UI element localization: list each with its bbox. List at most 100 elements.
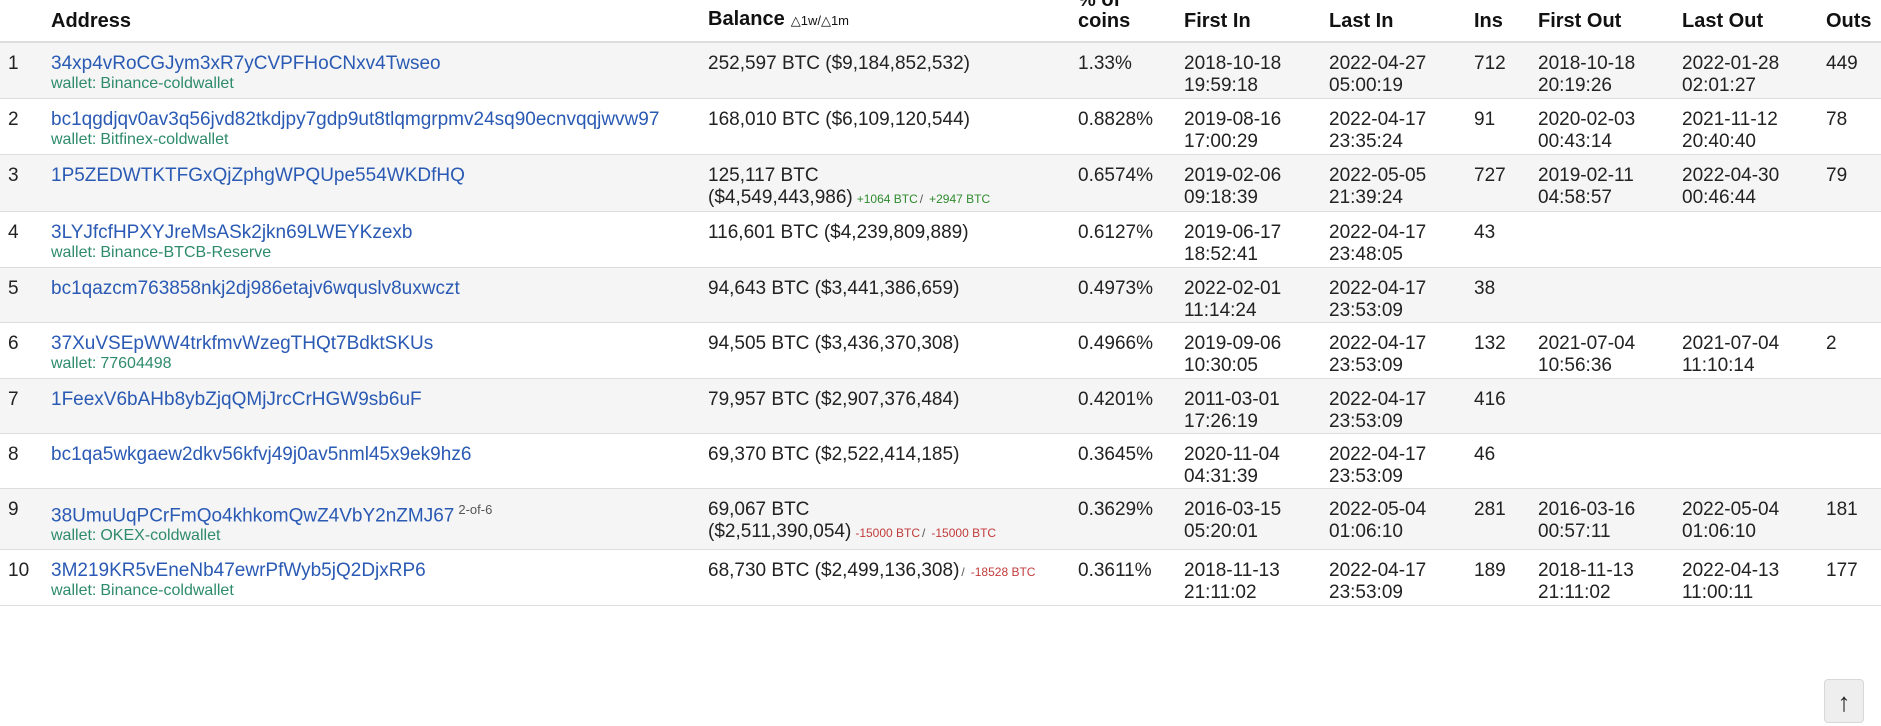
col-first-in-header[interactable]: First In xyxy=(1184,0,1329,43)
first-in-date: 2019-09-06 xyxy=(1184,332,1282,354)
last-out-cell xyxy=(1682,433,1826,489)
balance-cell: 125,117 BTC ($4,549,443,986) +1064 BTC / +29… xyxy=(708,154,1078,212)
first-out-cell: 2018-10-18 20:19:26 xyxy=(1538,42,1682,99)
address-link[interactable]: 1FeexV6bAHb8ybZjqQMjJrcCrHGW9sb6uF xyxy=(51,389,422,410)
first-in-date: 2016-03-15 xyxy=(1184,498,1282,520)
last-in-date: 2022-05-04 xyxy=(1329,498,1427,520)
ins-cell: 189 xyxy=(1474,549,1538,606)
address-link[interactable]: bc1qazcm763858nkj2dj986etajv6wquslv8uxwc… xyxy=(51,278,460,299)
percent-of-coins: 0.6574% xyxy=(1078,164,1154,186)
first-in-date: 2022-02-01 xyxy=(1184,277,1282,299)
last-in-time: 01:06:10 xyxy=(1329,520,1403,542)
last-in-time: 21:39:24 xyxy=(1329,186,1403,208)
last-out-cell xyxy=(1682,267,1826,323)
wallet-tag[interactable]: wallet: Bitfinex-coldwallet xyxy=(51,131,708,149)
balance-value: 69,067 BTC xyxy=(708,498,810,520)
wallet-tag[interactable]: wallet: Binance-coldwallet xyxy=(51,75,708,93)
ins-cell: 91 xyxy=(1474,98,1538,155)
address-link[interactable]: 3M219KR5vEneNb47ewrPfWyb5jQ2DjxRP6 xyxy=(51,560,426,581)
balance-cell: 116,601 BTC ($4,239,809,889) xyxy=(708,211,1078,268)
wallet-name: Bitfinex-coldwallet xyxy=(100,130,229,148)
address-link[interactable]: bc1qa5wkgaew2dkv56kfvj49j0av5nml45x9ek9h… xyxy=(51,444,471,465)
percent-cell: 0.8828% xyxy=(1078,98,1184,155)
address-cell: bc1qgdjqv0av3q56jvd82tkdjpy7gdp9ut8tlqmg… xyxy=(51,98,708,155)
col-address-header[interactable]: Address xyxy=(51,0,708,43)
last-out-cell: 2021-07-04 11:10:14 xyxy=(1682,322,1826,379)
first-in-cell: 2019-06-17 18:52:41 xyxy=(1184,211,1329,268)
col-percent-header[interactable]: % ofcoins xyxy=(1078,0,1184,43)
last-in-date: 2022-04-27 xyxy=(1329,53,1427,74)
address-link[interactable]: 3LYJfcfHPXYJreMsASk2jkn69LWEYKzexb xyxy=(51,222,413,243)
percent-cell: 0.3611% xyxy=(1078,549,1184,606)
outs-cell: 181 xyxy=(1826,488,1881,550)
col-balance-label: Balance xyxy=(708,8,785,30)
balance-change-1m: +2947 BTC xyxy=(929,191,991,206)
col-last-in-header[interactable]: Last In xyxy=(1329,0,1474,43)
address-cell: 3LYJfcfHPXYJreMsASk2jkn69LWEYKzexb wallet… xyxy=(51,211,708,268)
rank: 1 xyxy=(8,53,19,74)
last-in-cell: 2022-04-17 23:53:09 xyxy=(1329,433,1474,489)
ins-count: 189 xyxy=(1474,559,1506,581)
first-out-cell: 2018-11-13 21:11:02 xyxy=(1538,549,1682,606)
first-in-cell: 2018-10-18 19:59:18 xyxy=(1184,42,1329,99)
wallet-prefix: wallet: xyxy=(51,526,97,544)
col-ins-header[interactable]: Ins xyxy=(1474,0,1538,43)
wallet-prefix: wallet: xyxy=(51,243,97,261)
first-out-cell xyxy=(1538,433,1682,489)
outs-cell: 449 xyxy=(1826,42,1881,99)
first-in-time: 10:30:05 xyxy=(1184,354,1258,376)
first-in-time: 05:20:01 xyxy=(1184,520,1258,542)
outs-cell xyxy=(1826,267,1881,323)
wallet-tag[interactable]: wallet: 77604498 xyxy=(51,355,708,373)
first-in-date: 2011-03-01 xyxy=(1184,388,1280,410)
rank: 6 xyxy=(8,332,19,354)
first-in-cell: 2019-08-16 17:00:29 xyxy=(1184,98,1329,155)
balance-cell: 79,957 BTC ($2,907,376,484) xyxy=(708,378,1078,434)
col-balance-header[interactable]: Balance △1w/△1m xyxy=(708,0,1078,43)
last-in-cell: 2022-04-17 23:48:05 xyxy=(1329,211,1474,268)
first-in-cell: 2019-09-06 10:30:05 xyxy=(1184,322,1329,379)
ins-cell: 416 xyxy=(1474,378,1538,434)
last-out-date: 2022-01-28 xyxy=(1682,53,1780,74)
address-link[interactable]: bc1qgdjqv0av3q56jvd82tkdjpy7gdp9ut8tlqmg… xyxy=(51,109,659,130)
first-out-time: 00:57:11 xyxy=(1538,520,1611,542)
last-out-cell: 2022-04-30 00:46:44 xyxy=(1682,154,1826,212)
wallet-name: Binance-coldwallet xyxy=(100,75,234,92)
address-link[interactable]: 38UmuUqPCrFmQo4khkomQwZ4VbY2nZMJ67 xyxy=(51,505,454,526)
scroll-to-top-button[interactable]: ↑ xyxy=(1824,679,1864,723)
address-cell: 1FeexV6bAHb8ybZjqQMjJrcCrHGW9sb6uF xyxy=(51,378,708,434)
last-in-date: 2022-04-17 xyxy=(1329,332,1427,354)
wallet-tag[interactable]: wallet: OKEX-coldwallet xyxy=(51,527,708,545)
first-out-time: 04:58:57 xyxy=(1538,186,1612,208)
table-row: 10 3M219KR5vEneNb47ewrPfWyb5jQ2DjxRP6 wall… xyxy=(0,549,1881,606)
wallet-tag[interactable]: wallet: Binance-BTCB-Reserve xyxy=(51,244,708,262)
address-link[interactable]: 1P5ZEDWTKTFGxQjZphgWPQUpe554WKDfHQ xyxy=(51,165,465,186)
col-outs-header[interactable]: Outs xyxy=(1826,0,1881,43)
balance-cell: 69,067 BTC ($2,511,390,054) -15000 BTC / -15… xyxy=(708,488,1078,550)
rank-cell: 9 xyxy=(0,488,51,550)
rich-list-table: Address Balance △1w/△1m % ofcoins First I… xyxy=(0,0,1881,606)
percent-cell: 0.3629% xyxy=(1078,488,1184,550)
last-out-cell xyxy=(1682,378,1826,434)
col-last-out-header[interactable]: Last Out xyxy=(1682,0,1826,43)
last-in-cell: 2022-04-17 23:53:09 xyxy=(1329,549,1474,606)
last-out-cell xyxy=(1682,211,1826,268)
percent-of-coins: 0.8828% xyxy=(1078,108,1154,130)
address-cell: 38UmuUqPCrFmQo4khkomQwZ4VbY2nZMJ67 2-of-6… xyxy=(51,488,708,550)
col-outs-label: Outs xyxy=(1826,10,1872,32)
address-link[interactable]: 34xp4vRoCGJym3xR7yCVPFHoCNxv4Twseo xyxy=(51,53,441,74)
rank-cell: 6 xyxy=(0,322,51,379)
table-row: 4 3LYJfcfHPXYJreMsASk2jkn69LWEYKzexb walle… xyxy=(0,211,1881,268)
last-in-time: 23:53:09 xyxy=(1329,465,1403,487)
first-in-time: 09:18:39 xyxy=(1184,186,1258,208)
address-link[interactable]: 37XuVSEpWW4trkfmvWzegTHQt7BdktSKUs xyxy=(51,333,433,354)
first-in-time: 19:59:18 xyxy=(1184,75,1258,96)
last-out-time: 11:00:11 xyxy=(1682,581,1754,603)
first-in-time: 18:52:41 xyxy=(1184,243,1258,265)
percent-of-coins: 1.33% xyxy=(1078,53,1132,74)
wallet-tag[interactable]: wallet: Binance-coldwallet xyxy=(51,582,708,600)
outs-cell: 177 xyxy=(1826,549,1881,606)
col-first-out-header[interactable]: First Out xyxy=(1538,0,1682,43)
last-out-cell: 2022-05-04 01:06:10 xyxy=(1682,488,1826,550)
first-in-time: 11:14:24 xyxy=(1184,299,1257,321)
